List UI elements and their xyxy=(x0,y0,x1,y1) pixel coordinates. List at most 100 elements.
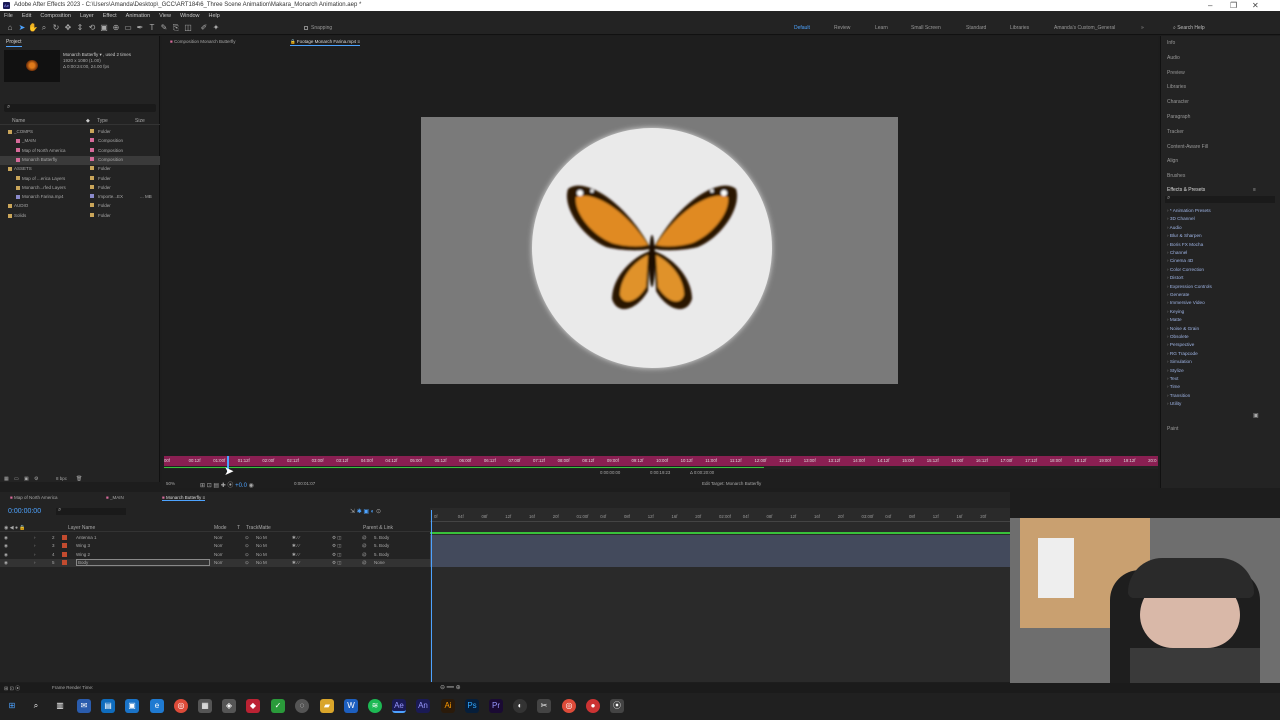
task-view-icon[interactable]: ▥ xyxy=(53,699,67,713)
menu-help[interactable]: Help xyxy=(209,13,220,19)
fx-switches-icon[interactable]: ⚙ ◫ xyxy=(332,534,342,542)
menu-file[interactable]: File xyxy=(4,13,13,19)
pen-tool-icon[interactable]: ✒ xyxy=(136,24,144,32)
timeline-tab-monarch[interactable]: ■ Monarch Butterfly ≡ xyxy=(162,495,206,501)
new-folder-icon[interactable]: ▭ xyxy=(14,476,19,482)
footage-tab[interactable]: 🔒 Footage Monarch Farina.mp4 ≡ xyxy=(290,39,361,46)
chrome-icon[interactable]: ◎ xyxy=(174,699,188,713)
timeline-timecode[interactable]: 0:00:00:00 xyxy=(8,508,41,515)
project-item[interactable]: Monarch...rfed Layers Folder xyxy=(0,184,160,193)
effect-category[interactable]: › Immersive Video xyxy=(1167,300,1205,305)
app-icon-6[interactable]: ◐ xyxy=(513,699,527,713)
premiere-icon[interactable]: Pr xyxy=(489,699,503,713)
workspace-standard[interactable]: Standard xyxy=(966,25,986,31)
workspace-learn[interactable]: Learn xyxy=(875,25,888,31)
effects-search-input[interactable]: ⌕ xyxy=(1165,195,1275,203)
layer-name[interactable]: Body xyxy=(76,558,210,566)
project-item[interactable]: _COMPS Folder xyxy=(0,128,160,137)
bpc-label[interactable]: 8 bpc xyxy=(56,476,67,481)
panel-libraries[interactable]: Libraries xyxy=(1167,84,1186,90)
animate-icon[interactable]: An xyxy=(416,699,430,713)
timeline-graph[interactable]: 0f 04f 08f 12f 16f 20f 01:00f 04f 08f 12f 16f 20f 02… xyxy=(430,508,1010,682)
layer-mode-select[interactable]: Norr xyxy=(214,542,223,550)
parent-select[interactable]: 5. Body xyxy=(374,551,389,559)
effect-category[interactable]: › Transition xyxy=(1167,393,1190,398)
workspace-small-screen[interactable]: Small Screen xyxy=(911,25,941,31)
parent-select[interactable]: None xyxy=(374,559,385,567)
timeline-playhead[interactable] xyxy=(431,510,432,682)
workspace-default[interactable]: Default xyxy=(794,25,810,31)
visibility-eye-icon[interactable]: ◉ xyxy=(4,559,8,567)
project-search-input[interactable]: ⌕ xyxy=(4,104,156,112)
effects-menu-icon[interactable]: ≡ xyxy=(1253,187,1256,193)
app-icon-7[interactable]: ✂ xyxy=(537,699,551,713)
layer-mode-select[interactable]: Norr xyxy=(214,559,223,567)
visibility-eye-icon[interactable]: ◉ xyxy=(4,551,8,559)
layer-row[interactable]: ◉ › 2 Antenna 1 Norr ⊙ No M ✱ ⁄ ⁄ ⚙ ◫ @5. Body xyxy=(0,534,430,542)
file-explorer-icon[interactable]: ▰ xyxy=(320,699,334,713)
layer-name[interactable]: Wing 2 xyxy=(76,551,90,559)
hand-tool-icon[interactable]: ✋ xyxy=(28,24,38,32)
layer-bar-wing2[interactable] xyxy=(430,551,1010,559)
fx-switches-icon[interactable]: ⚙ ◫ xyxy=(332,559,342,567)
effect-category[interactable]: › Time xyxy=(1167,384,1180,389)
photoshop-icon[interactable]: Ps xyxy=(465,699,479,713)
store-icon[interactable]: ▤ xyxy=(101,699,115,713)
effect-category[interactable]: › 3D Channel xyxy=(1167,216,1195,221)
illustrator-icon[interactable]: Ai xyxy=(441,699,455,713)
layer-mode-select[interactable]: Norr xyxy=(214,551,223,559)
outlook-icon[interactable]: ▣ xyxy=(125,699,139,713)
workspace-libraries[interactable]: Libraries xyxy=(1010,25,1029,31)
workspace-custom[interactable]: Amanda's Custom_General xyxy=(1054,25,1115,31)
project-item[interactable]: Monarch Farina.mp4 Importe...EX ... MB xyxy=(0,193,160,202)
track-matte-select[interactable]: No M xyxy=(256,542,267,550)
effect-category[interactable]: › Obsolete xyxy=(1167,334,1189,339)
parent-pickwhip-icon[interactable]: @ xyxy=(362,551,367,559)
app-icon-9[interactable]: ⦿ xyxy=(610,699,624,713)
project-item[interactable]: Monarch Butterfly Composition xyxy=(0,155,160,165)
app-icon-5[interactable]: ◌ xyxy=(295,699,309,713)
effect-category[interactable]: › RG Trapcode xyxy=(1167,351,1198,356)
parent-pickwhip-icon[interactable]: @ xyxy=(362,534,367,542)
timeline-tab-map[interactable]: ■ Map of North America xyxy=(10,495,58,500)
type-tool-icon[interactable]: T xyxy=(148,24,156,32)
panel-preview[interactable]: Preview xyxy=(1167,70,1185,76)
panel-character[interactable]: Character xyxy=(1167,99,1189,105)
word-icon[interactable]: W xyxy=(344,699,358,713)
col-mode[interactable]: Mode xyxy=(214,525,227,531)
layer-name[interactable]: Antenna 1 xyxy=(76,534,97,542)
project-item[interactable]: _MAIN Composition xyxy=(0,137,160,146)
effect-category[interactable]: › Boris FX Mocha xyxy=(1167,242,1203,247)
parent-pickwhip-icon[interactable]: @ xyxy=(362,542,367,550)
parent-pickwhip-icon[interactable]: @ xyxy=(362,559,367,567)
new-bin-icon[interactable]: ▣ xyxy=(1253,412,1259,419)
panel-tracker[interactable]: Tracker xyxy=(1167,129,1184,135)
expand-layer-icon[interactable]: › xyxy=(34,542,36,550)
footage-ruler[interactable]: 00f 00:12f 01:00f 01:12f 02:00f 02:12f 03:00f 0… xyxy=(164,456,1158,466)
clone-tool-icon[interactable]: ⎘ xyxy=(172,24,180,32)
layer-switches-icon[interactable]: ✱ ⁄ ⁄ xyxy=(292,542,300,550)
effect-category[interactable]: › Distort xyxy=(1167,275,1183,280)
menu-window[interactable]: Window xyxy=(180,13,200,19)
effect-category[interactable]: › Cinema 4D xyxy=(1167,258,1193,263)
matte-icon[interactable]: ⊙ xyxy=(245,551,249,559)
effect-category[interactable]: › Audio xyxy=(1167,225,1182,230)
spotify-icon[interactable]: ≋ xyxy=(368,699,382,713)
edge-icon[interactable]: e xyxy=(150,699,164,713)
effect-category[interactable]: › Channel xyxy=(1167,250,1187,255)
effect-category[interactable]: › Noise & Grain xyxy=(1167,326,1199,331)
work-area-bar[interactable] xyxy=(430,532,1010,534)
layer-row[interactable]: ◉ › 5 Body Norr ⊙ No M ✱ ⁄ ⁄ ⚙ ◫ @ None xyxy=(0,558,430,567)
windows-start-icon[interactable]: ⊞ xyxy=(5,699,19,713)
timeline-switch-icons[interactable]: ⇲ ✱ ▣ ◐ ⊙ xyxy=(350,508,381,515)
track-matte-select[interactable]: No M xyxy=(256,534,267,542)
zoom-slider-icon[interactable]: ⊖ ━━ ⊕ xyxy=(440,684,461,691)
orbit-tool-icon[interactable]: ↻ xyxy=(52,24,60,32)
parent-select[interactable]: 5. Body xyxy=(374,542,389,550)
snapping-checkbox[interactable] xyxy=(304,26,308,30)
col-t[interactable]: T xyxy=(237,525,240,531)
effect-category[interactable]: › Keying xyxy=(1167,309,1184,314)
layer-mode-select[interactable]: Norr xyxy=(214,534,223,542)
interpret-footage-icon[interactable]: ▦ xyxy=(4,476,9,482)
layer-switches-icon[interactable]: ✱ ⁄ ⁄ xyxy=(292,551,300,559)
